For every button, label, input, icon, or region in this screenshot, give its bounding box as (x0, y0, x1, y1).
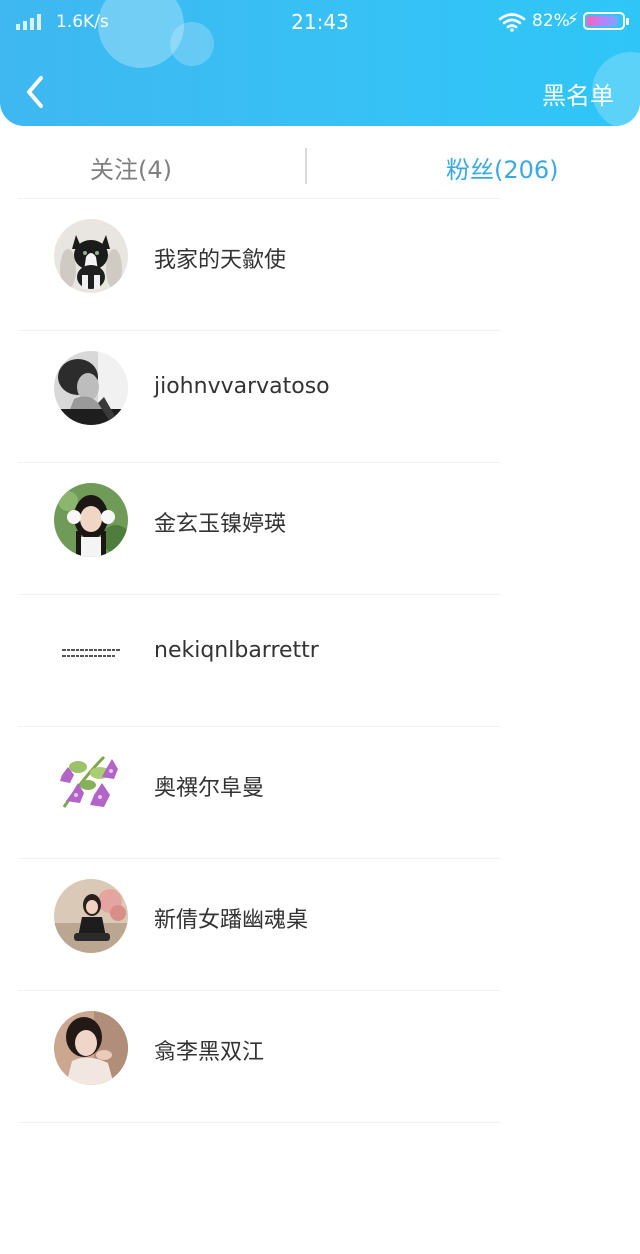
list-item[interactable]: 翕李黑双江 (0, 990, 640, 1122)
divider (18, 594, 500, 595)
list-item[interactable]: jiohnvvarvatoso (0, 330, 640, 462)
tab-bar: 关注(4) 粉丝(206) (0, 126, 640, 206)
fan-name[interactable]: 翕李黑双江 (154, 1034, 264, 1066)
divider (18, 198, 500, 199)
list-item[interactable]: 奥禩尔阜曼 (0, 726, 640, 858)
girl-sitting-avatar[interactable] (54, 879, 128, 953)
list-item[interactable]: 我家的天歙使 (0, 198, 640, 330)
list-item[interactable]: 金玄玉镍婷瑛 (0, 462, 640, 594)
blacklist-button[interactable]: 黑名单 (542, 76, 614, 111)
divider (18, 462, 500, 463)
tab-following[interactable]: 关注(4) (90, 150, 172, 185)
fan-name[interactable]: 我家的天歙使 (154, 242, 286, 274)
list-item[interactable]: nekiqnlbarrettr (0, 594, 640, 726)
list-end (0, 1122, 640, 1254)
status-bar: 1.6K/s 21:43 82% ⚡ (0, 0, 640, 44)
divider (18, 858, 500, 859)
battery-percent: 82% (532, 11, 570, 31)
list-item[interactable]: 新倩女蹯幽魂桌 (0, 858, 640, 990)
fan-name[interactable]: 奥禩尔阜曼 (154, 770, 264, 802)
man-portrait-avatar[interactable] (54, 351, 128, 425)
divider (18, 1122, 500, 1123)
fan-name[interactable]: nekiqnlbarrettr (154, 638, 319, 663)
text-note-avatar[interactable] (54, 615, 128, 689)
divider (18, 330, 500, 331)
back-arrow-icon[interactable] (14, 70, 58, 114)
purple-flowers-avatar[interactable] (54, 747, 128, 821)
fan-name[interactable]: 金玄玉镍婷瑛 (154, 506, 286, 538)
woman-portrait-avatar[interactable] (54, 1011, 128, 1085)
divider (18, 726, 500, 727)
tab-divider (305, 148, 307, 184)
fan-name[interactable]: 新倩女蹯幽魂桌 (154, 902, 308, 934)
charging-icon: ⚡ (567, 10, 579, 30)
divider (18, 990, 500, 991)
kitten-avatar[interactable] (54, 219, 128, 293)
tab-fans[interactable]: 粉丝(206) (446, 150, 559, 185)
girl-earmuffs-avatar[interactable] (54, 483, 128, 557)
fan-name[interactable]: jiohnvvarvatoso (154, 374, 330, 399)
battery-icon (583, 12, 629, 30)
header-bar: 1.6K/s 21:43 82% ⚡ 黑名单 (0, 0, 640, 126)
wifi-icon (498, 13, 526, 32)
